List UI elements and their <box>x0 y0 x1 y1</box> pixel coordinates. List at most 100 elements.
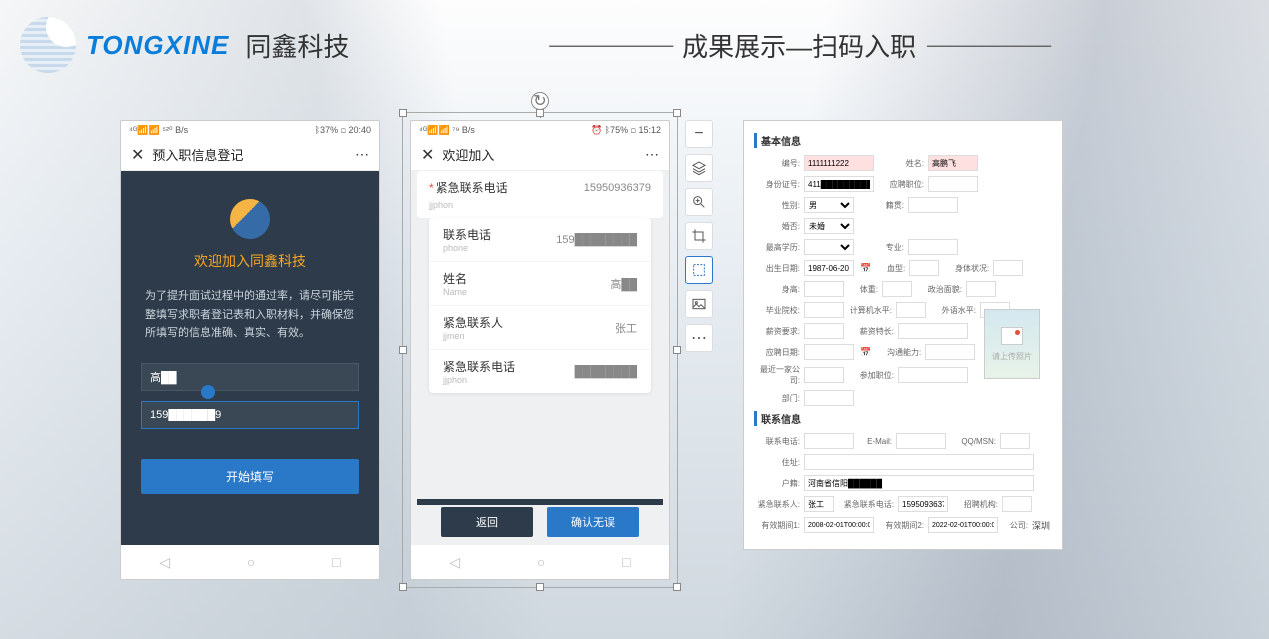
zoom-tool-icon[interactable] <box>685 188 713 216</box>
resize-handle-b[interactable] <box>536 583 544 591</box>
label: E-Mail: <box>858 437 892 446</box>
list-item[interactable]: 联系电话phone 159████████ <box>429 218 651 262</box>
xb-select[interactable]: 男 <box>804 197 854 213</box>
resize-handle-tr[interactable] <box>673 109 681 117</box>
tz-input[interactable] <box>882 281 912 297</box>
gw-input[interactable] <box>928 176 978 192</box>
sg-input[interactable] <box>804 281 844 297</box>
bottom-bar <box>417 499 663 505</box>
st-input[interactable] <box>993 260 1023 276</box>
close-icon[interactable]: ✕ <box>421 145 434 165</box>
resize-handle-t[interactable] <box>536 109 544 117</box>
ts-input[interactable] <box>898 323 968 339</box>
close-icon[interactable]: ✕ <box>131 145 144 165</box>
byxx-input[interactable] <box>804 302 844 318</box>
resize-handle-r[interactable] <box>673 346 681 354</box>
editor-toolbar: − ⋯ <box>685 120 713 352</box>
bianhao-input[interactable] <box>804 155 874 171</box>
crop-tool-icon[interactable] <box>685 222 713 250</box>
back-button[interactable]: 返回 <box>441 507 533 537</box>
status-left: ⁴ᴳ📶📶 ⁵²⁰ B/s <box>129 125 188 136</box>
zy-input[interactable] <box>908 239 958 255</box>
minus-tool-icon[interactable]: − <box>685 120 713 148</box>
resize-handle-br[interactable] <box>673 583 681 591</box>
tj-input[interactable] <box>1002 496 1032 512</box>
resize-handle-bl[interactable] <box>399 583 407 591</box>
list-item[interactable]: 姓名Name 高██ <box>429 262 651 306</box>
label: 姓名: <box>878 158 924 169</box>
label: 住址: <box>754 457 800 468</box>
cg-input[interactable] <box>898 367 968 383</box>
qq-input[interactable] <box>1000 433 1030 449</box>
back-nav-icon[interactable]: ◁ <box>449 554 460 571</box>
zz2-input[interactable] <box>804 454 1034 470</box>
dgrq-input[interactable] <box>804 344 854 360</box>
back-nav-icon[interactable]: ◁ <box>159 554 170 571</box>
label: 应聘日期: <box>754 347 800 358</box>
status-right: ⏰ ᛒ75% ▢ 15:12 <box>591 125 661 136</box>
xx-input[interactable] <box>909 260 939 276</box>
lxdh-input[interactable] <box>804 433 854 449</box>
list-item[interactable]: 紧急联系人jjmen 张工 <box>429 306 651 350</box>
label: QQ/MSN: <box>950 437 996 446</box>
confirm-button[interactable]: 确认无误 <box>547 507 639 537</box>
image-tool-icon[interactable] <box>685 290 713 318</box>
more-tool-icon[interactable]: ⋯ <box>685 324 713 352</box>
rotate-handle-icon[interactable]: ↻ <box>531 92 549 110</box>
android-nav: ◁ ○ □ <box>411 545 669 579</box>
home-nav-icon[interactable]: ○ <box>247 554 255 570</box>
resize-handle-l[interactable] <box>399 346 407 354</box>
photo-upload[interactable]: 请上传照片 <box>984 309 1040 379</box>
jsj-input[interactable] <box>896 302 926 318</box>
label: 血型: <box>875 263 905 274</box>
cursor-handle-icon[interactable] <box>201 385 215 399</box>
label: 户籍: <box>754 478 800 489</box>
label: 籍贯: <box>858 200 904 211</box>
sfz-input[interactable] <box>804 176 874 192</box>
select-tool-icon[interactable] <box>685 256 713 284</box>
label: 政治面貌: <box>916 284 962 295</box>
label: 有效期间2: <box>878 520 924 531</box>
list-item[interactable]: 紧急联系电话jjphon ████████ <box>429 350 651 393</box>
start-button[interactable]: 开始填写 <box>141 459 359 494</box>
sx2-input[interactable] <box>928 517 998 533</box>
hk-input[interactable] <box>804 475 1034 491</box>
xingming-input[interactable] <box>928 155 978 171</box>
section-contact: 联系信息 <box>754 411 1052 426</box>
sx1-input[interactable] <box>804 517 874 533</box>
zjgs-input[interactable] <box>804 367 844 383</box>
resize-handle-tl[interactable] <box>399 109 407 117</box>
xl-select[interactable] <box>804 239 854 255</box>
label: 性别: <box>754 200 800 211</box>
label: 部门: <box>754 393 800 404</box>
label: 紧急联系人: <box>754 499 800 510</box>
email-input[interactable] <box>896 433 946 449</box>
welcome-heading: 欢迎加入同鑫科技 <box>194 251 306 271</box>
backend-form-panel: 基本信息 编号: 姓名: 身份证号: 应聘职位: 性别:男 籍贯: 婚否:未婚 … <box>743 120 1063 550</box>
more-icon[interactable]: ⋯ <box>645 146 659 163</box>
jjlxr-input[interactable] <box>804 496 834 512</box>
logo-text-en: TONGXINE <box>86 30 229 61</box>
jg-input[interactable] <box>908 197 958 213</box>
bm-input[interactable] <box>804 390 854 406</box>
phone-mock-registration: ⁴ᴳ📶📶 ⁵²⁰ B/s ᛒ37% ▢ 20:40 ✕ 预入职信息登记 ⋯ 欢迎… <box>120 120 380 580</box>
calendar-icon[interactable]: 📅 <box>860 347 871 358</box>
zz-input[interactable] <box>966 281 996 297</box>
app-bar: ✕ 欢迎加入 ⋯ <box>411 139 669 171</box>
jjdh-input[interactable] <box>898 496 948 512</box>
recent-nav-icon[interactable]: □ <box>622 554 630 570</box>
home-nav-icon[interactable]: ○ <box>537 554 545 570</box>
phone-input[interactable] <box>141 401 359 429</box>
calendar-icon[interactable]: 📅 <box>860 263 871 274</box>
name-input[interactable] <box>141 363 359 391</box>
more-icon[interactable]: ⋯ <box>355 146 369 163</box>
gzyq-input[interactable] <box>804 323 844 339</box>
dash-left: ------------------------------- <box>548 35 672 56</box>
layers-tool-icon[interactable] <box>685 154 713 182</box>
csrq-input[interactable] <box>804 260 854 276</box>
hy-select[interactable]: 未婚 <box>804 218 854 234</box>
title-text: 成果展示—扫码入职 <box>682 27 916 64</box>
gt-input[interactable] <box>925 344 975 360</box>
android-nav: ◁ ○ □ <box>121 545 379 579</box>
recent-nav-icon[interactable]: □ <box>332 554 340 570</box>
